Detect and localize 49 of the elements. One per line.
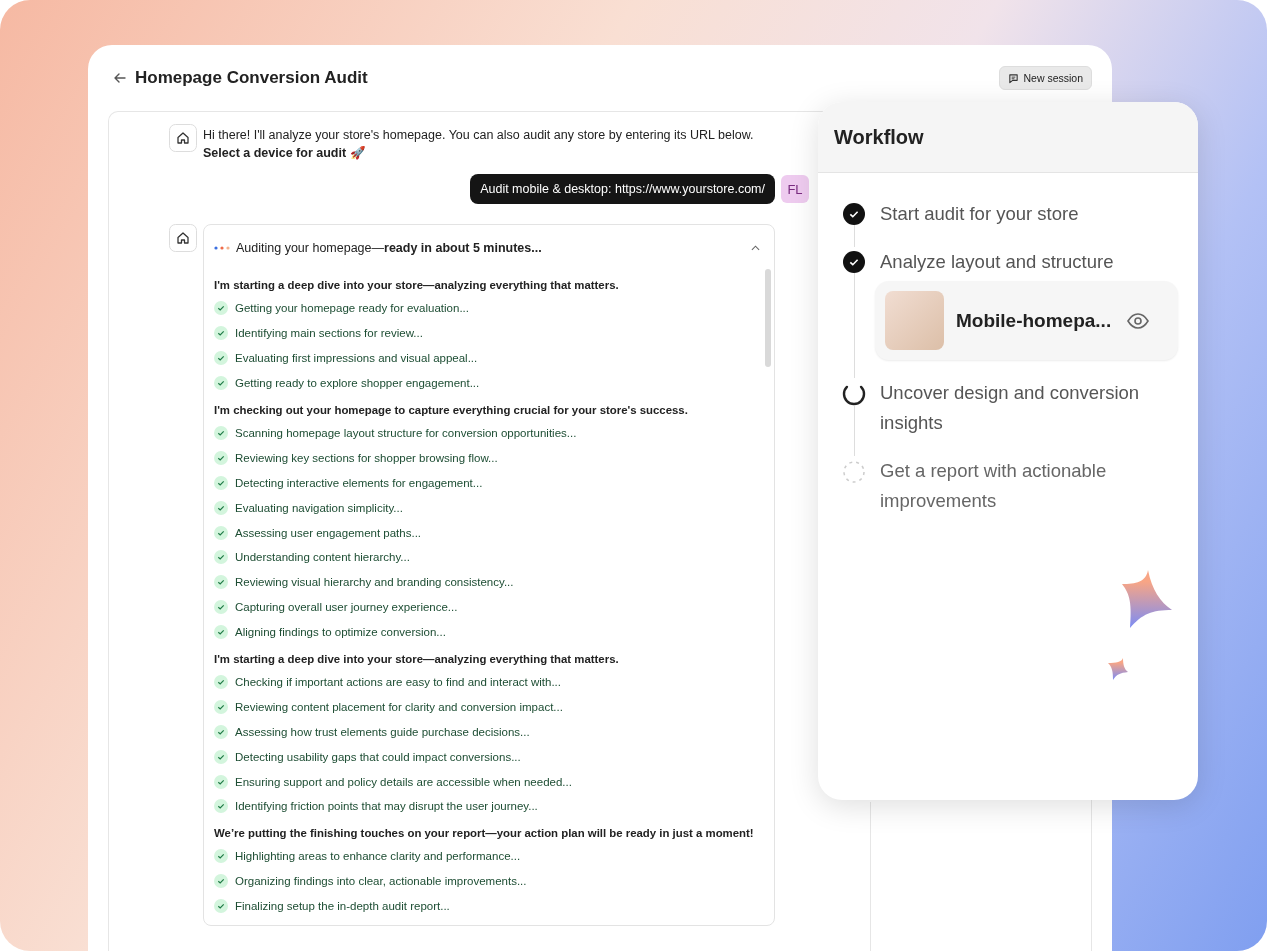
sparkle-icon	[1108, 658, 1128, 680]
new-session-button[interactable]: New session	[999, 66, 1092, 90]
bot-message: Hi there! I'll analyze your store's homepage. You can also audit any store by entering its URL below.	[203, 127, 754, 144]
task-text: Assessing user engagement paths...	[235, 526, 422, 539]
task-text: Reviewing visual hierarchy and branding consistency...	[235, 576, 514, 589]
chat-bubble-icon	[1008, 72, 1020, 84]
photo-placeholder	[885, 291, 944, 350]
window-title: Homepage Conversion Audit	[135, 68, 368, 88]
group-heading: We’re putting the finishing touches on your report—your action plan will be ready in just a moment!	[214, 825, 755, 841]
group-heading: I'm starting a deep dive into your store—analyzing everything that matters.	[214, 278, 620, 293]
task-text: Getting your homepage ready for evaluation...	[235, 302, 469, 315]
task-text: Reviewing key sections for shopper browsing flow...	[235, 451, 498, 464]
home-icon	[169, 224, 197, 252]
step-label: Start audit for your store	[880, 202, 1080, 226]
audit-status: Auditing your homepage—ready in about 5 minutes...	[236, 241, 542, 255]
task-text: Detecting interactive elements for engagement...	[235, 476, 483, 489]
task-text: Organizing findings into clear, actionable improvements...	[235, 875, 527, 888]
task-text: Evaluating navigation simplicity...	[235, 501, 403, 514]
bot-prompt: Select a device for audit 🚀	[203, 145, 367, 162]
scrollbar[interactable]	[765, 269, 771, 367]
task-text: Getting ready to explore shopper engagement...	[235, 377, 480, 390]
step-label: Uncover design and conversion insights	[880, 381, 1141, 435]
workflow-title: Workflow	[834, 125, 924, 149]
task-text: Evaluating first impressions and visual appeal...	[235, 352, 478, 365]
attachment-card[interactable]: Mobile-homepa...	[875, 281, 1178, 360]
task-text: Finalizing setup the in-depth audit report...	[235, 900, 450, 913]
back-arrow-icon[interactable]	[113, 71, 127, 85]
group-heading: I'm checking out your homepage to capture everything crucial for your store's success.	[214, 402, 689, 418]
task-text: Capturing overall user journey experience...	[235, 601, 458, 614]
task-text: Identifying friction points that may disrupt the user journey...	[235, 800, 538, 813]
group-heading: I'm starting a deep dive into your store—analyzing everything that matters.	[214, 651, 620, 667]
task-text: Identifying main sections for review...	[235, 327, 423, 340]
step-label: Get a report with actionable improvements	[880, 459, 1108, 513]
task-text: Highlighting areas to enhance clarity and performance...	[235, 850, 521, 863]
task-text: Understanding content hierarchy...	[235, 551, 410, 564]
chevron-icon[interactable]	[751, 245, 760, 251]
user-message: Audit mobile & desktop: https://www.yourstore.com/	[470, 174, 775, 204]
task-text: Aligning findings to optimize conversion...	[235, 626, 446, 639]
loading-dots-icon	[214, 246, 230, 250]
user-avatar: FL	[781, 175, 809, 203]
task-text: Scanning homepage layout structure for conversion opportunities...	[235, 427, 577, 439]
home-icon	[169, 124, 197, 152]
task-text: Detecting usability gaps that could impact conversions...	[235, 750, 521, 763]
task-text: Ensuring support and policy details are accessible when needed...	[235, 775, 572, 788]
task-text: Reviewing content placement for clarity and conversion impact...	[235, 700, 563, 713]
step-label: Analyze layout and structure	[880, 250, 1115, 274]
task-text: Checking if important actions are easy to find and interact with...	[235, 676, 561, 688]
task-text: Assessing how trust elements guide purchase decisions...	[235, 725, 530, 738]
attachment-name: Mobile-homepa...	[956, 309, 1113, 332]
